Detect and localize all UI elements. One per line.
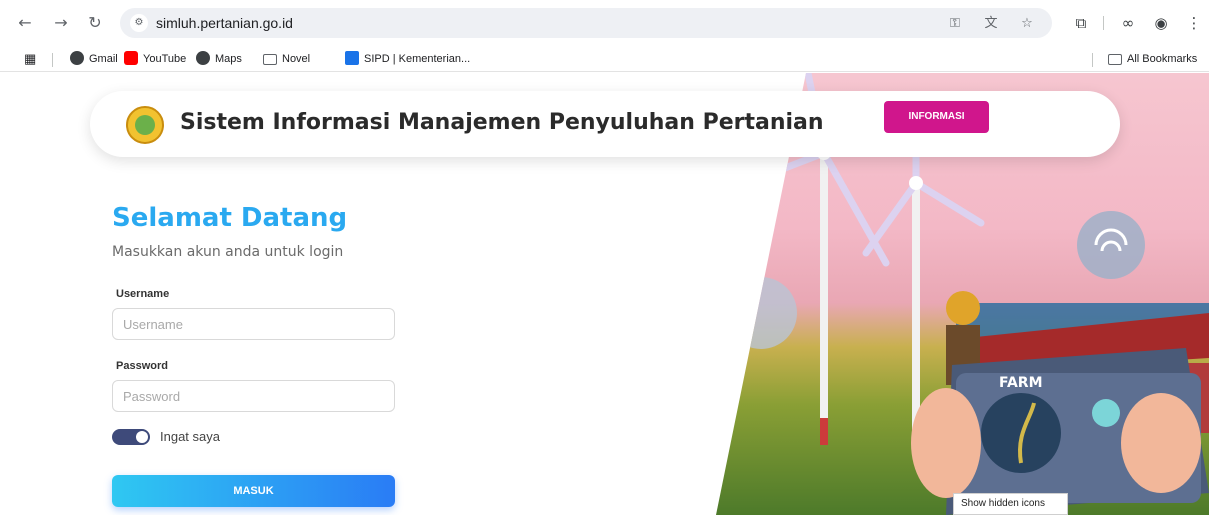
page-content: FARM Sistem Informasi Manajemen Penyuluh… — [0, 73, 1209, 515]
all-bookmarks[interactable]: All Bookmarks — [1108, 51, 1197, 67]
bookmark-novel[interactable]: Novel — [263, 51, 310, 67]
browser-toolbar: ← → ↻ ⚙ simluh.pertanian.go.id ⚿ 文 ☆ ⧉ ∞… — [0, 0, 1209, 46]
address-bar[interactable]: ⚙ simluh.pertanian.go.id ⚿ 文 ☆ — [120, 8, 1052, 38]
url-text[interactable]: simluh.pertanian.go.id — [156, 15, 293, 31]
informasi-button[interactable]: INFORMASI — [884, 101, 989, 133]
folder-icon — [263, 54, 277, 65]
logo-leaf-icon — [135, 115, 155, 135]
kementan-logo — [126, 106, 164, 144]
remember-me-label[interactable]: Ingat saya — [160, 429, 220, 444]
login-subtitle: Masukkan akun anda untuk login — [112, 244, 344, 260]
farm-label: FARM — [999, 375, 1043, 391]
password-input[interactable] — [112, 380, 395, 412]
masuk-button[interactable]: MASUK — [112, 475, 395, 507]
sipd-icon — [345, 51, 359, 65]
globe-icon — [196, 51, 210, 65]
bookmark-sipd[interactable]: SIPD | Kementerian... — [345, 51, 470, 67]
show-hidden-icons-tooltip: Show hidden icons — [953, 493, 1068, 515]
extensions-icon[interactable]: ⧉ — [1070, 12, 1092, 34]
youtube-icon — [124, 51, 138, 65]
extension-loop-icon[interactable]: ∞ — [1117, 12, 1139, 34]
site-info-icon[interactable]: ⚙ — [130, 14, 148, 32]
bookmark-gmail[interactable]: Gmail — [70, 51, 118, 67]
bookmark-maps[interactable]: Maps — [196, 51, 242, 67]
profile-avatar-icon[interactable]: ◉ — [1150, 12, 1172, 34]
reload-icon[interactable]: ↻ — [84, 12, 106, 34]
password-key-icon[interactable]: ⚿ — [946, 15, 964, 33]
all-bookmarks-divider — [1092, 53, 1093, 67]
welcome-heading: Selamat Datang — [112, 203, 348, 233]
star-icon[interactable]: ☆ — [1018, 15, 1036, 33]
translate-icon[interactable]: 文 — [982, 15, 1000, 33]
folder-icon — [1108, 54, 1122, 65]
username-input[interactable] — [112, 308, 395, 340]
username-label: Username — [116, 288, 170, 300]
remember-me-toggle[interactable] — [112, 429, 150, 445]
bookmark-youtube[interactable]: YouTube — [124, 51, 186, 67]
menu-kebab-icon[interactable]: ⋮ — [1183, 12, 1205, 34]
bookmarks-divider — [52, 53, 53, 67]
globe-icon — [70, 51, 84, 65]
header-card: Sistem Informasi Manajemen Penyuluhan Pe… — [90, 91, 1120, 157]
toggle-knob — [136, 431, 148, 443]
toolbar-divider — [1103, 16, 1104, 30]
password-label: Password — [116, 360, 168, 372]
forward-icon[interactable]: → — [50, 12, 72, 34]
site-title: Sistem Informasi Manajemen Penyuluhan Pe… — [180, 110, 824, 135]
apps-grid-icon[interactable]: ▦ — [24, 51, 36, 67]
back-icon[interactable]: ← — [14, 12, 36, 34]
bookmarks-bar: ▦ Gmail YouTube Maps Novel SIPD | Kement… — [0, 46, 1209, 72]
